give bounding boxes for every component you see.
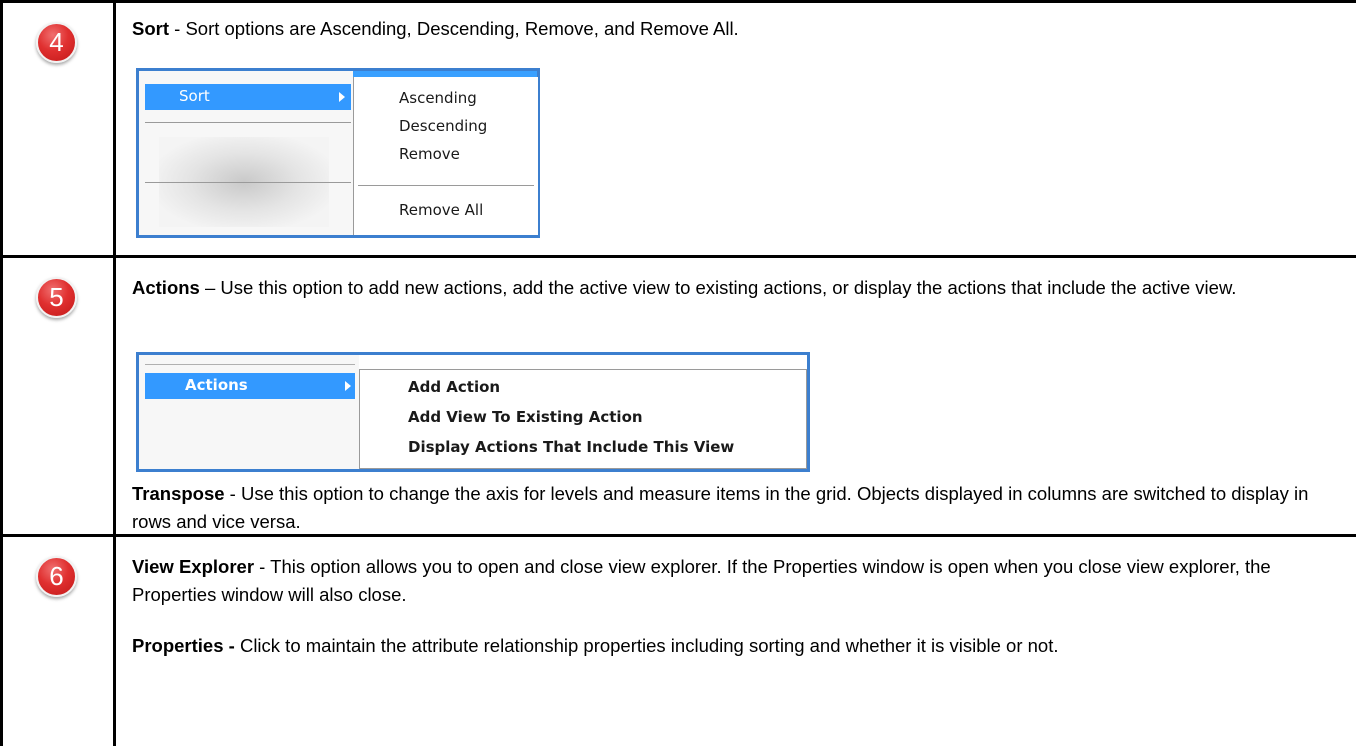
actions-title: Actions	[132, 277, 200, 298]
step-badge-5: 5	[36, 277, 77, 318]
view-explorer-description: View Explorer - This option allows you t…	[132, 553, 1312, 609]
submenu-arrow-icon	[345, 381, 351, 391]
document-table: 4 Sort - Sort options are Ascending, Des…	[0, 0, 1356, 746]
step-badge-6: 6	[36, 556, 77, 597]
transpose-text: - Use this option to change the axis for…	[132, 483, 1309, 532]
menu-separator	[145, 182, 351, 183]
menu-item-actions-label: Actions	[185, 376, 248, 394]
menu-item-display-actions[interactable]: Display Actions That Include This View	[408, 438, 734, 456]
actions-menu-screenshot: Actions Add Action Add View To Existing …	[136, 352, 810, 472]
menu-item-ascending[interactable]: Ascending	[399, 89, 477, 107]
menu-separator	[145, 364, 355, 365]
menu-item-add-view-to-existing-action[interactable]: Add View To Existing Action	[408, 408, 643, 426]
properties-title: Properties -	[132, 635, 235, 656]
step-badge-4: 4	[36, 22, 77, 63]
table-border-left	[0, 0, 3, 746]
sort-submenu: Ascending Descending Remove Remove All	[353, 77, 538, 235]
menu-item-actions[interactable]: Actions	[145, 373, 355, 399]
properties-text: Click to maintain the attribute relation…	[234, 635, 1059, 656]
transpose-description: Transpose - Use this option to change th…	[132, 480, 1312, 536]
sort-text: - Sort options are Ascending, Descending…	[169, 18, 739, 39]
menu-separator	[145, 122, 351, 123]
menu-item-descending[interactable]: Descending	[399, 117, 487, 135]
menu-item-add-action[interactable]: Add Action	[408, 378, 500, 396]
menu-item-sort-label: Sort	[179, 87, 210, 105]
properties-description: Properties - Click to maintain the attri…	[132, 632, 1312, 660]
menu-item-remove[interactable]: Remove	[399, 145, 460, 163]
table-border-top	[0, 0, 1356, 3]
column-divider	[113, 0, 116, 746]
row-divider-1	[0, 255, 1356, 258]
actions-submenu: Add Action Add View To Existing Action D…	[359, 369, 807, 469]
sort-description: Sort - Sort options are Ascending, Desce…	[132, 15, 1312, 43]
transpose-title: Transpose	[132, 483, 225, 504]
sort-title: Sort	[132, 18, 169, 39]
context-menu: Actions	[139, 355, 359, 469]
menu-item-remove-all[interactable]: Remove All	[399, 201, 483, 219]
view-explorer-text: - This option allows you to open and clo…	[132, 556, 1271, 605]
actions-description: Actions – Use this option to add new act…	[132, 274, 1312, 302]
menu-separator	[358, 185, 534, 186]
actions-text: – Use this option to add new actions, ad…	[199, 277, 1237, 298]
menu-item-sort[interactable]: Sort	[145, 84, 351, 110]
submenu-arrow-icon	[339, 92, 345, 102]
context-menu: Sort	[139, 71, 353, 235]
sort-menu-screenshot: Sort Ascending Descending Remove Remove …	[136, 68, 540, 238]
view-explorer-title: View Explorer	[132, 556, 255, 577]
